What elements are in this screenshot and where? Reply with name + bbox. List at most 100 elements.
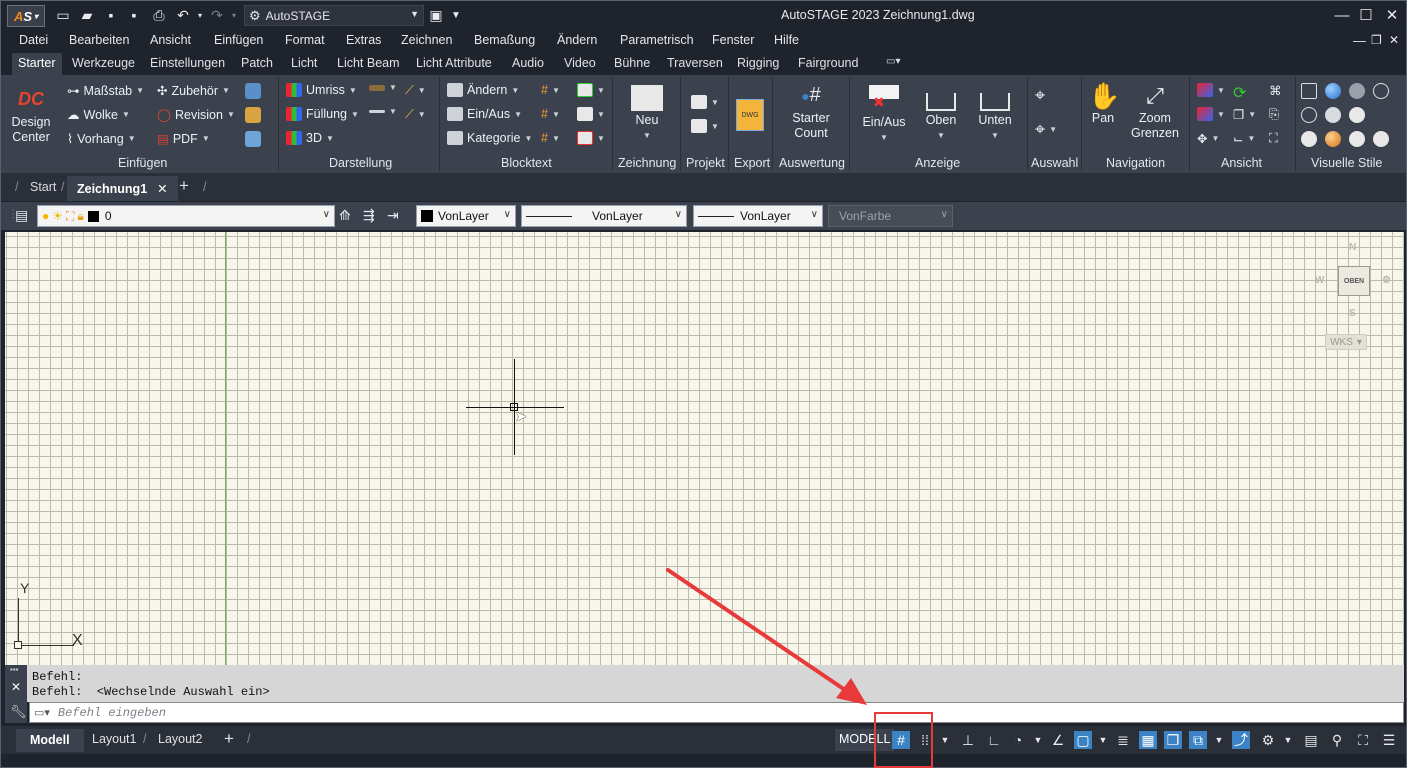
3d-osnap-icon[interactable]: ⧉ [1189,731,1207,749]
blocktext-einaus-button[interactable]: Ein/Aus ▼ [447,107,522,121]
blocktext-kategorie-button[interactable]: Kategorie ▼ [447,131,532,145]
plot-icon[interactable]: ▣ [427,6,445,24]
polar-icon[interactable]: ◔ [1009,731,1027,749]
grip-icon[interactable]: ▪▪▪ [10,665,19,674]
undo-icon[interactable]: ↶ [174,6,192,24]
chevron-down-icon[interactable]: ▼ [1279,731,1297,749]
tab-einstellungen[interactable]: Einstellungen [150,56,225,70]
linetype-tool-2[interactable]: ▼ [369,107,397,116]
menu-aendern[interactable]: Ändern [557,33,597,47]
tab-rigging[interactable]: Rigging [737,56,779,70]
view-tool-8[interactable]: ⛶ [1269,131,1278,146]
vorhang-button[interactable]: ⌇ Vorhang ▼ [67,131,136,147]
doc-tab-zeichnung1[interactable]: Zeichnung1 ✕ [67,176,178,201]
layout-tab-modell[interactable]: Modell [16,729,84,752]
linetype-select[interactable]: VonLayer ∨ [521,205,687,227]
ribbon-options-icon[interactable]: ▭▾ [886,56,900,67]
isodraft-icon[interactable]: ∠ [1049,731,1067,749]
style-shaded-icon[interactable] [1325,83,1341,99]
tab-patch[interactable]: Patch [241,56,273,70]
chevron-down-icon[interactable]: ▼ [1210,731,1228,749]
export-dwg-button[interactable]: DWG [736,99,764,131]
regen-tool[interactable]: ⟳ [1233,83,1246,103]
menu-einfuegen[interactable]: Einfügen [214,33,263,47]
close-icon[interactable]: ✕ [1381,5,1403,25]
doc-minimize-icon[interactable]: — [1353,33,1366,48]
zoom-grenzen-button[interactable]: ⤢ Zoom Grenzen [1127,81,1183,141]
style-orange-icon[interactable] [1325,131,1341,147]
tab-audio[interactable]: Audio [512,56,544,70]
style-hidden-icon[interactable] [1349,83,1365,99]
oben-button[interactable]: Oben ▼ [921,81,961,143]
insert-folder-icon[interactable] [245,107,261,123]
pan-button[interactable]: ✋ Pan [1087,81,1120,126]
chevron-down-icon[interactable]: ▼ [1029,731,1047,749]
umriss-button[interactable]: Umriss ▼ [286,83,357,97]
menu-datei[interactable]: Datei [19,33,48,47]
tab-licht-beam[interactable]: Licht Beam [337,56,400,70]
maximize-icon[interactable]: ☐ [1355,5,1377,25]
customize-menu-icon[interactable]: ☰ [1380,731,1398,749]
view-tool-4[interactable]: ❐ ▼ [1233,107,1256,122]
anzeige-einaus-button[interactable]: ✖ Ein/Aus ▼ [859,81,909,145]
wolke-button[interactable]: ☁ Wolke ▼ [67,107,130,123]
style-realistic-icon[interactable] [1349,107,1365,123]
select-tool[interactable]: ⌖ ▼ [1035,119,1057,140]
projekt-tool-2[interactable]: ▼ [691,119,719,133]
insert-block-icon[interactable] [245,83,261,99]
close-icon[interactable]: ✕ [157,182,167,196]
open-folder-icon[interactable]: ▰ [78,6,96,24]
attribute-tool-3[interactable]: # ▼ [541,131,560,145]
tab-starter[interactable]: Starter [12,53,62,75]
redo-icon[interactable]: ↷ [208,6,226,24]
command-prompt-icon[interactable]: ▭▾ [34,706,50,719]
layer-properties-icon[interactable]: ▤ [15,207,28,224]
workspace-select[interactable]: ⚙ AutoSTAGE ▼ [244,5,424,26]
starter-count-button[interactable]: ●# Starter Count [785,81,837,141]
style-xray-icon[interactable] [1301,131,1317,147]
match-layer-icon[interactable]: ⇶ [363,207,375,224]
close-icon[interactable]: ✕ [11,680,21,694]
app-logo[interactable]: A S ▾ [7,5,45,27]
dynamic-input-icon[interactable]: ⊥ [959,731,977,749]
attribute-tool-2[interactable]: # ▼ [541,107,560,121]
pdf-button[interactable]: ▤ PDF ▼ [157,131,210,147]
new-file-icon[interactable]: ▭ [54,6,72,24]
massstab-button[interactable]: ⊶ Maßstab ▼ [67,83,144,99]
tab-fairground[interactable]: Fairground [798,56,858,70]
style-gray-icon[interactable] [1325,107,1341,123]
menu-bearbeiten[interactable]: Bearbeiten [69,33,129,47]
menu-zeichnen[interactable]: Zeichnen [401,33,452,47]
object-snap-icon[interactable]: ▢ [1074,731,1092,749]
menu-extras[interactable]: Extras [346,33,381,47]
drawing-canvas[interactable]: ➤ N W S ⚙ OBEN WKS ▾ Y X [5,232,1404,665]
3d-button[interactable]: 3D ▼ [286,131,334,145]
fullscreen-icon[interactable]: ⛶ [1354,731,1372,749]
view-tool-5[interactable]: ⌙ ▼ [1233,131,1255,146]
menu-format[interactable]: Format [285,33,325,47]
customize-quick-access-icon[interactable]: ▼ [447,6,465,24]
select-point-tool[interactable]: ⌖ [1035,85,1045,106]
revision-button[interactable]: ◯ Revision ▼ [157,107,235,123]
previous-layer-icon[interactable]: ⇥ [387,207,399,224]
lineweight-select[interactable]: VonLayer ∨ [693,205,823,227]
attribute-edit-tool[interactable]: ▼ [577,107,605,121]
menu-hilfe[interactable]: Hilfe [774,33,799,47]
wrench-icon[interactable]: 🔧︎ [10,704,27,720]
linetype-tool-1[interactable]: ▼ [369,83,397,92]
tab-traversen[interactable]: Traversen [667,56,723,70]
wcs-menu[interactable]: WKS ▾ [1325,334,1367,350]
beam-tool-2[interactable]: ⟋ ▼ [405,107,426,122]
lineweight-display-icon[interactable]: ≣ [1114,731,1132,749]
view-tool-1[interactable]: ▼ [1197,83,1225,97]
ortho-icon[interactable]: ∟ [985,731,1003,749]
new-layout-icon[interactable]: + [224,729,234,749]
minimize-icon[interactable]: — [1331,5,1353,25]
projekt-tool-1[interactable]: ▼ [691,95,719,109]
doc-close-icon[interactable]: ✕ [1389,33,1399,47]
print-icon[interactable]: ⎙ [150,6,168,24]
insert-image-icon[interactable] [245,131,261,147]
tab-licht-attribute[interactable]: Licht Attribute [416,56,492,70]
unten-button[interactable]: Unten ▼ [973,81,1017,143]
selection-cycling-icon[interactable]: ❐ [1164,731,1182,749]
